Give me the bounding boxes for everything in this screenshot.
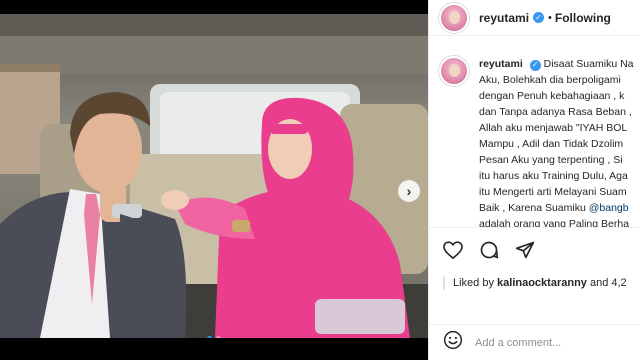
caption-line: Pesan Aku yang terpenting , Si: [479, 154, 623, 166]
carousel-indicator: [0, 336, 428, 338]
liked-by-suffix: and 4,2: [586, 277, 627, 289]
heart-icon: [443, 241, 463, 259]
caption-avatar[interactable]: [439, 56, 469, 86]
comment-input[interactable]: [475, 336, 625, 349]
caption-line: dan Tanpa adanya Rasa Beban ,: [479, 106, 632, 118]
caption-line: Mampu , Adil dan Tidak Dzolim: [479, 138, 624, 150]
post-author-username[interactable]: reyutami: [479, 11, 529, 25]
carousel-dot-active: [207, 336, 212, 338]
caption-line-text: Baik , Karena Suamiku: [479, 202, 589, 214]
caption-line: dengan Penuh kebahagiaan , k: [479, 90, 625, 102]
caption-section: reyutami ✓ Disaat Suamiku Na Aku, Bolehk…: [429, 36, 640, 228]
share-button[interactable]: [515, 240, 535, 260]
action-bar: [429, 228, 640, 272]
caption-line: Allah aku menjawab "IYAH BOL: [479, 122, 628, 134]
caption-username[interactable]: reyutami: [479, 58, 523, 70]
liked-by-prefix: Liked by: [453, 277, 498, 289]
caption-line-text: Disaat Suamiku Na: [543, 58, 634, 70]
emoji-button[interactable]: [443, 330, 463, 355]
liked-by-text: Liked by kalinaocktaranny and 4,2: [453, 277, 627, 289]
comment-button[interactable]: [479, 240, 499, 260]
caption-mention-link[interactable]: @bangb: [589, 202, 629, 214]
verified-badge-icon: ✓: [533, 12, 545, 23]
photo-scene: [0, 14, 428, 338]
caption-line: Aku, Bolehkah dia berpoligami: [479, 74, 621, 86]
verified-badge-icon: ✓: [529, 59, 541, 71]
post-photo[interactable]: ›: [0, 14, 428, 338]
likes-summary: Liked by kalinaocktaranny and 4,2: [429, 272, 640, 294]
caption-line: reyutami ✓ Disaat Suamiku Na: [479, 56, 634, 72]
caption-line: itu Mengerti arti Melayani Suam: [479, 186, 627, 198]
comment-bubble-icon: [480, 241, 499, 259]
paper-plane-icon: [515, 241, 535, 259]
caption-line: itu harus aku Training Dulu, Aga: [479, 170, 628, 182]
avatar[interactable]: [439, 2, 469, 33]
post-header: reyutami ✓ • Following: [429, 0, 640, 36]
carousel-dot: [216, 336, 221, 338]
add-comment-bar: [429, 324, 640, 360]
caption-line: Baik , Karena Suamiku @bangb: [479, 200, 634, 216]
chevron-right-icon: ›: [406, 183, 412, 199]
smiley-icon: [443, 330, 463, 350]
liker-avatar[interactable]: [443, 275, 445, 291]
caption-line: adalah orang yang Paling Berha: [479, 218, 630, 228]
like-button[interactable]: [443, 241, 463, 259]
liked-by-user[interactable]: kalinaocktaranny: [497, 277, 587, 289]
header-separator: •: [548, 11, 552, 24]
following-button[interactable]: Following: [555, 11, 611, 25]
next-photo-button[interactable]: ›: [398, 180, 420, 202]
post-sidebar: reyutami ✓ • Following reyutami ✓ Disaat…: [428, 0, 640, 360]
caption-text: reyutami ✓ Disaat Suamiku Na Aku, Bolehk…: [479, 56, 634, 228]
